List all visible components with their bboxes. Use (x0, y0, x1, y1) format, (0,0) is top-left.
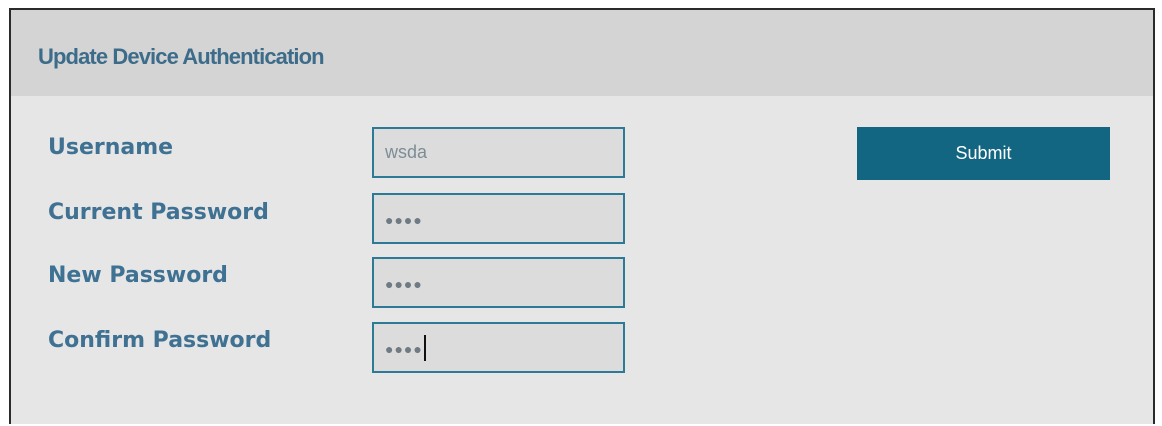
new-password-field[interactable]: ●●●● (372, 257, 625, 308)
submit-button[interactable]: Submit (857, 127, 1110, 180)
confirm-password-label: Confirm Password (48, 328, 272, 353)
panel-title: Update Device Authentication (38, 44, 325, 69)
panel-header: Update Device Authentication (11, 10, 1153, 96)
confirm-password-value: ●●●● (385, 340, 423, 357)
username-label: Username (48, 135, 174, 160)
current-password-label: Current Password (48, 200, 269, 225)
new-password-value: ●●●● (385, 275, 423, 292)
username-value: wsda (385, 142, 428, 162)
confirm-password-field[interactable]: ●●●● (372, 322, 625, 373)
current-password-field[interactable]: ●●●● (372, 193, 625, 244)
text-cursor (423, 334, 426, 361)
current-password-value: ●●●● (385, 211, 423, 228)
new-password-label: New Password (48, 263, 228, 288)
update-device-authentication-panel: Update Device Authentication Username ws… (9, 8, 1155, 424)
username-field[interactable]: wsda (372, 127, 625, 178)
